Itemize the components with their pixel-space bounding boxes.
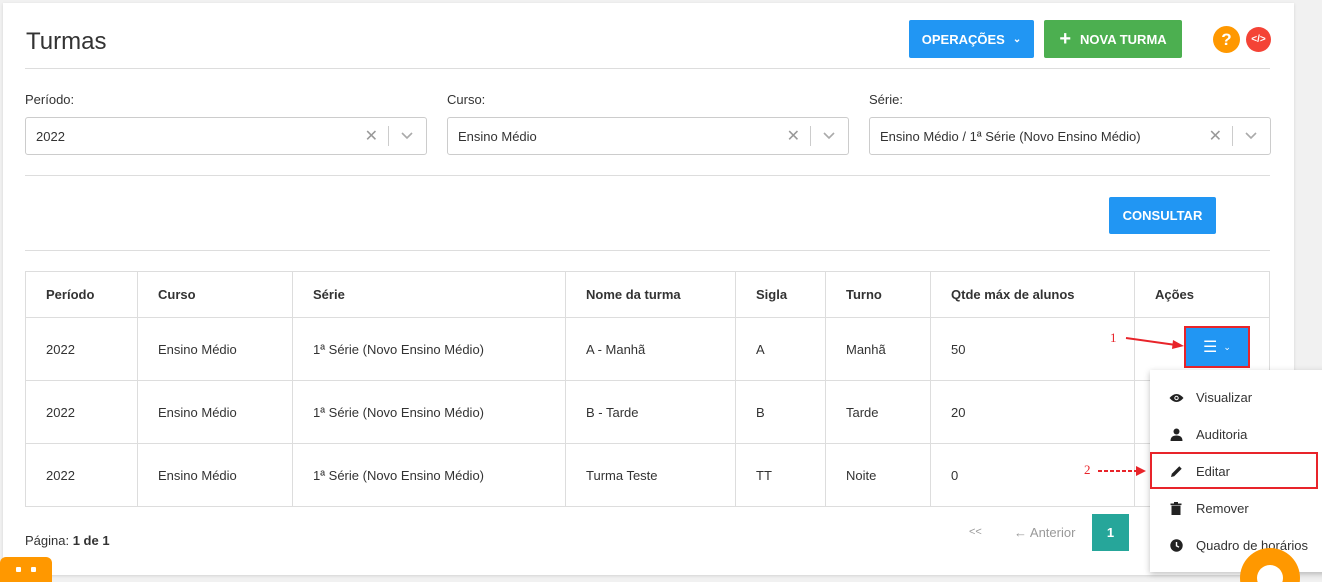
trash-icon xyxy=(1168,502,1184,515)
operations-label: OPERAÇÕES xyxy=(921,31,1005,47)
new-class-label: NOVA TURMA xyxy=(1080,31,1167,47)
clear-icon[interactable]: ✕ xyxy=(365,126,378,146)
clear-icon[interactable]: ✕ xyxy=(787,126,800,146)
period-select[interactable]: 2022 ✕ xyxy=(25,117,427,155)
menu-item-label: Visualizar xyxy=(1196,390,1253,405)
cell-acronym: TT xyxy=(735,443,826,507)
table-row: 2022 Ensino Médio 1ª Série (Novo Ensino … xyxy=(25,380,1270,444)
series-label: Série: xyxy=(869,92,903,107)
col-header-shift: Turno xyxy=(825,271,931,318)
col-header-period: Período xyxy=(25,271,138,318)
cell-period: 2022 xyxy=(25,380,138,444)
cell-course: Ensino Médio xyxy=(137,443,293,507)
cell-acronym: B xyxy=(735,380,826,444)
cell-class-name: Turma Teste xyxy=(565,443,736,507)
new-class-button[interactable]: + NOVA TURMA xyxy=(1044,20,1182,58)
chevron-down-icon[interactable] xyxy=(1244,128,1258,142)
consult-button[interactable]: CONSULTAR xyxy=(1109,197,1216,234)
menu-item-view[interactable]: Visualizar xyxy=(1150,379,1322,416)
cell-max-students: 20 xyxy=(930,380,1135,444)
period-label: Período: xyxy=(25,92,75,107)
fab-inner xyxy=(1257,565,1283,582)
annotation-step-2: 2 xyxy=(1084,462,1091,477)
divider xyxy=(25,175,1270,176)
col-header-class-name: Nome da turma xyxy=(565,271,736,318)
table-row: 2022 Ensino Médio 1ª Série (Novo Ensino … xyxy=(25,443,1270,507)
cell-shift: Tarde xyxy=(825,380,931,444)
annotation-step-1: 1 xyxy=(1110,330,1117,345)
cell-shift: Manhã xyxy=(825,317,931,381)
cell-period: 2022 xyxy=(25,317,138,381)
cell-course: Ensino Médio xyxy=(137,317,293,381)
menu-icon: ☰ xyxy=(1203,339,1218,356)
chevron-down-icon: ⌄ xyxy=(1223,341,1231,352)
cell-series: 1ª Série (Novo Ensino Médio) xyxy=(292,380,566,444)
pagination-first[interactable]: << xyxy=(969,526,982,538)
code-icon[interactable]: </> xyxy=(1246,27,1271,52)
series-select[interactable]: Ensino Médio / 1ª Série (Novo Ensino Méd… xyxy=(869,117,1271,155)
annotation-arrow-icon xyxy=(1125,337,1184,349)
col-header-actions: Ações xyxy=(1134,271,1270,318)
operations-button[interactable]: OPERAÇÕES ⌄ xyxy=(909,20,1034,58)
page-title: Turmas xyxy=(26,28,107,55)
cell-series: 1ª Série (Novo Ensino Médio) xyxy=(292,317,566,381)
pagination-previous[interactable]: ← Anterior xyxy=(1014,525,1075,540)
eye-icon xyxy=(1168,393,1184,403)
chat-eye xyxy=(16,567,21,572)
row-actions-button[interactable]: ☰ ⌄ xyxy=(1184,326,1250,368)
col-header-series: Série xyxy=(292,271,566,318)
course-select[interactable]: Ensino Médio ✕ xyxy=(447,117,849,155)
divider xyxy=(25,68,1270,69)
pencil-icon xyxy=(1168,465,1184,478)
col-header-course: Curso xyxy=(137,271,293,318)
select-separator xyxy=(1232,126,1233,146)
chevron-down-icon[interactable] xyxy=(822,128,836,142)
pagination-value: 1 de 1 xyxy=(72,533,110,548)
period-select-value: 2022 xyxy=(36,129,65,144)
pagination-info: Página: 1 de 1 xyxy=(25,533,110,548)
clock-icon xyxy=(1168,539,1184,552)
actions-dropdown-menu: Visualizar Auditoria Editar Remover Quad… xyxy=(1150,370,1322,572)
plus-icon: + xyxy=(1059,28,1071,50)
menu-item-schedule[interactable]: Quadro de horários xyxy=(1150,527,1322,564)
cell-series: 1ª Série (Novo Ensino Médio) xyxy=(292,443,566,507)
divider xyxy=(25,250,1270,251)
cell-class-name: B - Tarde xyxy=(565,380,736,444)
clear-icon[interactable]: ✕ xyxy=(1209,126,1222,146)
cell-class-name: A - Manhã xyxy=(565,317,736,381)
chevron-down-icon[interactable] xyxy=(400,128,414,142)
cell-max-students: 50 xyxy=(930,317,1135,381)
pagination-label: Página: xyxy=(25,533,70,548)
menu-item-label: Auditoria xyxy=(1196,427,1248,442)
course-label: Curso: xyxy=(447,92,486,107)
annotation-arrow-icon xyxy=(1098,466,1146,476)
col-header-acronym: Sigla xyxy=(735,271,826,318)
menu-item-label: Quadro de horários xyxy=(1196,538,1309,553)
col-header-max-students: Qtde máx de alunos xyxy=(930,271,1135,318)
course-select-value: Ensino Médio xyxy=(458,129,537,144)
table-header-row: Período Curso Série Nome da turma Sigla … xyxy=(25,271,1270,318)
user-icon xyxy=(1168,428,1184,441)
chevron-down-icon: ⌄ xyxy=(1012,33,1022,45)
menu-item-label: Editar xyxy=(1196,464,1230,479)
cell-acronym: A xyxy=(735,317,826,381)
cell-period: 2022 xyxy=(25,443,138,507)
chat-widget-icon[interactable] xyxy=(0,557,52,582)
help-icon[interactable]: ? xyxy=(1213,26,1240,53)
series-select-value: Ensino Médio / 1ª Série (Novo Ensino Méd… xyxy=(880,129,1141,144)
select-separator xyxy=(810,126,811,146)
cell-shift: Noite xyxy=(825,443,931,507)
select-separator xyxy=(388,126,389,146)
pagination-current-page[interactable]: 1 xyxy=(1092,514,1129,551)
chat-eye xyxy=(31,567,36,572)
menu-item-remove[interactable]: Remover xyxy=(1150,490,1322,527)
table-row: 2022 Ensino Médio 1ª Série (Novo Ensino … xyxy=(25,317,1270,381)
menu-item-audit[interactable]: Auditoria xyxy=(1150,416,1322,453)
cell-course: Ensino Médio xyxy=(137,380,293,444)
menu-item-edit[interactable]: Editar xyxy=(1150,453,1322,490)
menu-item-label: Remover xyxy=(1196,501,1249,516)
